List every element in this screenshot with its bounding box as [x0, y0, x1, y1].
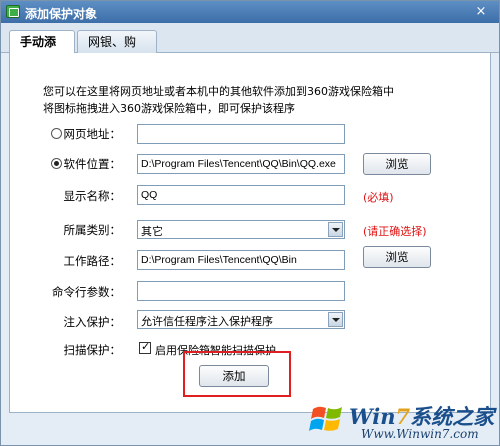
software-browse-button[interactable]: 浏览 — [363, 153, 431, 175]
software-label: 软件位置： — [63, 157, 122, 171]
scan-label: 扫描保护： — [63, 343, 122, 357]
scan-checkbox[interactable] — [139, 340, 151, 354]
window-title: 添加保护对象 — [25, 7, 98, 21]
tab-manual-add[interactable]: 手动添加 — [9, 30, 75, 71]
category-label: 所属类别： — [63, 223, 122, 237]
inject-label: 注入保护： — [63, 315, 122, 329]
intro-line-2: 将图标拖拽进入360游戏保险箱中，即可保护该程序 — [43, 102, 295, 115]
intro-text: 您可以在这里将网页地址或者本机中的其他软件添加到360游戏保险箱中 将图标拖拽进… — [43, 83, 394, 117]
url-input[interactable] — [137, 124, 345, 144]
watermark-url: Www.Winwin7.com — [361, 427, 479, 441]
work-path-input[interactable]: D:\Program Files\Tencent\QQ\Bin — [137, 250, 345, 270]
display-name-label: 显示名称： — [63, 189, 122, 203]
work-path-browse-button[interactable]: 浏览 — [363, 246, 431, 268]
dialog-window: 添加保护对象 × 手动添加 网银、购物 您可以在这里将网页地址或者本机中的其他软… — [0, 0, 500, 446]
display-name-input[interactable]: QQ — [137, 185, 345, 205]
intro-line-1: 您可以在这里将网页地址或者本机中的其他软件添加到360游戏保险箱中 — [43, 85, 394, 98]
url-label: 网页地址： — [63, 127, 122, 141]
category-select[interactable]: 其它 — [137, 220, 345, 239]
close-button[interactable]: × — [471, 3, 491, 20]
cmd-params-input[interactable] — [137, 281, 345, 301]
chevron-down-icon[interactable] — [328, 312, 343, 327]
tab-banking-shopping[interactable]: 网银、购物 — [77, 30, 157, 71]
inject-value: 允许信任程序注入保护程序 — [141, 315, 273, 328]
title-bar[interactable]: 添加保护对象 × — [1, 1, 499, 23]
watermark: Win7系统之家 Www.Winwin7.com — [307, 397, 500, 446]
windows-logo-icon — [309, 406, 342, 431]
display-name-required-hint: (必填) — [363, 191, 394, 204]
cmd-params-label: 命令行参数： — [52, 285, 121, 299]
inject-select[interactable]: 允许信任程序注入保护程序 — [137, 310, 345, 329]
work-path-label: 工作路径： — [63, 254, 122, 268]
software-path-input[interactable]: D:\Program Files\Tencent\QQ\Bin\QQ.exe — [137, 154, 345, 174]
tab-strip: 手动添加 网银、购物 — [1, 23, 499, 71]
chevron-down-icon[interactable] — [328, 222, 343, 237]
category-select-hint: (请正确选择) — [363, 225, 427, 238]
category-value: 其它 — [141, 225, 163, 238]
add-button[interactable]: 添加 — [199, 365, 269, 387]
app-icon — [6, 5, 20, 18]
